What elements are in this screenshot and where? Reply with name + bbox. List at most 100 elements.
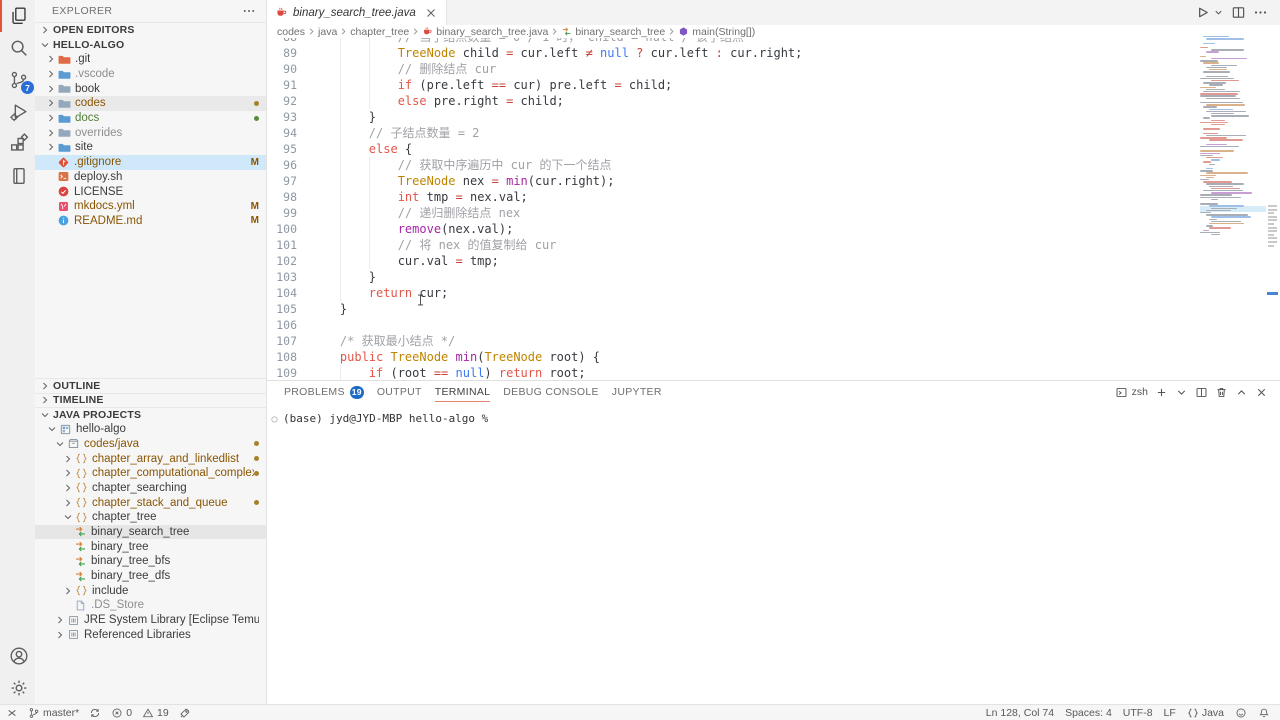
- activitybar-item-accounts[interactable]: [0, 640, 35, 672]
- activitybar-item-explorer[interactable]: [0, 0, 35, 32]
- code-line-103[interactable]: 103}: [267, 269, 1198, 285]
- outline-header[interactable]: OUTLINE: [35, 378, 266, 393]
- breadcrumb-item-codes[interactable]: codes: [277, 26, 305, 38]
- status-branch[interactable]: master*: [28, 707, 79, 719]
- status-notifications[interactable]: [1258, 707, 1270, 719]
- status-encoding[interactable]: UTF-8: [1123, 707, 1153, 719]
- code-line-104[interactable]: 104return cur;: [267, 285, 1198, 301]
- project-root-header[interactable]: HELLO-ALGO: [35, 37, 266, 52]
- explorer-item-overrides[interactable]: overrides: [35, 125, 266, 140]
- code-line-96[interactable]: 96// 获取中序遍历中 cur 的下一个结点: [267, 157, 1198, 173]
- activitybar-item-run-and-debug[interactable]: [0, 96, 35, 128]
- minimap[interactable]: [1200, 36, 1266, 380]
- code-line-102[interactable]: 102cur.val = tmp;: [267, 253, 1198, 269]
- maximize-panel-icon[interactable]: [1235, 386, 1248, 399]
- explorer-item-vscode[interactable]: .vscode: [35, 67, 266, 82]
- status-cursor-position[interactable]: Ln 128, Col 74: [986, 707, 1054, 719]
- code-line-92[interactable]: 92else pre.right = child;: [267, 93, 1198, 109]
- code-line-107[interactable]: 107/* 获取最小结点 */: [267, 333, 1198, 349]
- code-line-108[interactable]: 108public TreeNode min(TreeNode root) {: [267, 349, 1198, 365]
- code-line-97[interactable]: 97TreeNode nex = min(cur.right);: [267, 173, 1198, 189]
- code-line-98[interactable]: 98int tmp = nex.val;: [267, 189, 1198, 205]
- java-projects-item-codes-java[interactable]: codes/java: [35, 436, 266, 451]
- code-line-109[interactable]: 109if (root == null) return root;: [267, 365, 1198, 380]
- code-line-91[interactable]: 91if (pre.left == cur) pre.left = child;: [267, 77, 1198, 93]
- java-projects-item-ds-store[interactable]: .DS_Store: [35, 598, 266, 613]
- open-editors-header[interactable]: OPEN EDITORS: [35, 22, 266, 37]
- breadcrumb-item-java[interactable]: java: [318, 26, 337, 38]
- explorer-item-license[interactable]: LICENSE: [35, 184, 266, 199]
- explorer-item-mkdocs-yml[interactable]: mkdocs.ymlM: [35, 199, 266, 214]
- panel-tab-debug-console[interactable]: DEBUG CONSOLE: [503, 381, 599, 403]
- explorer-item-site[interactable]: site: [35, 140, 266, 155]
- terminal[interactable]: (base) jyd@JYD-MBP hello-algo %: [267, 403, 1280, 425]
- status-remote[interactable]: [6, 707, 18, 719]
- code-line-94[interactable]: 94// 子结点数量 = 2: [267, 125, 1198, 141]
- new-terminal-icon[interactable]: [1155, 386, 1168, 399]
- status-java-server-mode[interactable]: [179, 707, 191, 719]
- explorer-item-git[interactable]: .git: [35, 52, 266, 67]
- close-icon[interactable]: [424, 6, 438, 20]
- code-line-90[interactable]: 90// 删除结点 cur: [267, 61, 1198, 77]
- kill-terminal-icon[interactable]: [1215, 386, 1228, 399]
- java-projects-item-binary-search-tree[interactable]: binary_search_tree: [35, 525, 266, 540]
- java-projects-item-binary-tree[interactable]: binary_tree: [35, 539, 266, 554]
- java-projects-header[interactable]: JAVA PROJECTS: [35, 407, 266, 422]
- panel-tab-output[interactable]: OUTPUT: [377, 381, 422, 403]
- status-warnings[interactable]: 19: [142, 707, 169, 719]
- tab-binary-search-tree-java[interactable]: binary_search_tree.java: [267, 0, 447, 25]
- explorer-item-book[interactable]: book: [35, 81, 266, 96]
- code-line-101[interactable]: 101// 将 nex 的值复制给 cur: [267, 237, 1198, 253]
- activitybar-item-notebook[interactable]: [0, 160, 35, 192]
- run-icon[interactable]: [1195, 5, 1210, 20]
- activitybar-item-search[interactable]: [0, 32, 35, 64]
- status-feedback[interactable]: [1235, 707, 1247, 719]
- panel-tab-terminal[interactable]: TERMINAL: [435, 381, 491, 403]
- panel-tab-problems[interactable]: PROBLEMS19: [284, 381, 364, 403]
- java-projects-item-chapter-searching[interactable]: chapter_searching: [35, 481, 266, 496]
- java-projects-item-hello-algo[interactable]: hello-algo: [35, 422, 266, 437]
- java-projects-item-binary-tree-bfs[interactable]: binary_tree_bfs: [35, 554, 266, 569]
- code-line-106[interactable]: 106: [267, 317, 1198, 333]
- status-indentation[interactable]: Spaces: 4: [1065, 707, 1112, 719]
- java-projects-item-chapter-computational-complexity[interactable]: chapter_computational_complexity: [35, 466, 266, 481]
- code-line-89[interactable]: 89TreeNode child = cur.left ≠ null ? cur…: [267, 45, 1198, 61]
- java-projects-item-jre-system-library-eclipse-temurin-17-17[interactable]: JRE System Library [Eclipse Temurin 17 […: [35, 613, 266, 628]
- launch-profile-icon[interactable]: [1115, 386, 1128, 399]
- java-projects-item-chapter-stack-and-queue[interactable]: chapter_stack_and_queue: [35, 495, 266, 510]
- activitybar-item-manage[interactable]: [0, 672, 35, 704]
- panel-tab-jupyter[interactable]: JUPYTER: [612, 381, 662, 403]
- java-projects-item-chapter-tree[interactable]: chapter_tree: [35, 510, 266, 525]
- breadcrumb-item-binary-search-tree-java[interactable]: binary_search_tree.java: [422, 26, 548, 38]
- ellipsis-icon[interactable]: [242, 4, 256, 18]
- status-language-mode[interactable]: Java: [1187, 707, 1224, 719]
- code-line-88[interactable]: 88// 当子结点数量 = 0 / 1 时， child = null / 该子…: [267, 38, 1198, 45]
- code-line-100[interactable]: 100remove(nex.val);: [267, 221, 1198, 237]
- code-editor[interactable]: 88// 当子结点数量 = 0 / 1 时， child = null / 该子…: [267, 38, 1198, 380]
- activitybar-item-source-control[interactable]: 7: [0, 64, 35, 96]
- code-line-105[interactable]: 105}: [267, 301, 1198, 317]
- code-line-99[interactable]: 99// 递归删除结点 nex: [267, 205, 1198, 221]
- split-terminal-icon[interactable]: [1195, 386, 1208, 399]
- java-projects-item-referenced-libraries[interactable]: Referenced Libraries: [35, 627, 266, 642]
- status-errors[interactable]: 0: [111, 707, 132, 719]
- terminal-dropdown-icon[interactable]: [1175, 386, 1188, 399]
- split-editor-icon[interactable]: [1231, 5, 1246, 20]
- breadcrumb-item-main-string[interactable]: main(String[]): [678, 26, 755, 38]
- code-line-95[interactable]: 95else {: [267, 141, 1198, 157]
- timeline-header[interactable]: TIMELINE: [35, 393, 266, 408]
- java-projects-item-binary-tree-dfs[interactable]: binary_tree_dfs: [35, 569, 266, 584]
- run-dropdown-icon[interactable]: [1213, 7, 1224, 18]
- explorer-item-deploy-sh[interactable]: deploy.sh: [35, 170, 266, 185]
- java-projects-item-include[interactable]: include: [35, 583, 266, 598]
- close-panel-icon[interactable]: [1255, 386, 1268, 399]
- explorer-item-gitignore[interactable]: .gitignoreM: [35, 155, 266, 170]
- explorer-item-docs[interactable]: docs: [35, 111, 266, 126]
- explorer-item-codes[interactable]: codes: [35, 96, 266, 111]
- status-sync[interactable]: [89, 707, 101, 719]
- code-line-93[interactable]: 93}: [267, 109, 1198, 125]
- java-projects-item-chapter-array-and-linkedlist[interactable]: chapter_array_and_linkedlist: [35, 451, 266, 466]
- breadcrumb-item-chapter-tree[interactable]: chapter_tree: [350, 26, 409, 38]
- explorer-item-readme-md[interactable]: README.mdM: [35, 214, 266, 229]
- breadcrumb-item-binary-search-tree[interactable]: binary_search_tree: [561, 26, 665, 38]
